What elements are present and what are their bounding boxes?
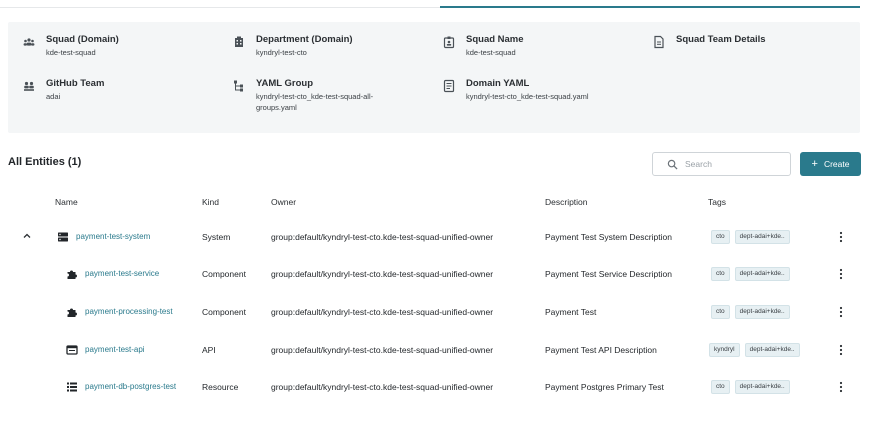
more-vertical-icon[interactable] <box>838 344 844 356</box>
owner-cell: group:default/kyndryl-test-cto.kde-test-… <box>271 307 494 317</box>
info-yaml-group: YAML Group kyndryl-test-cto_kde-test-squ… <box>232 78 373 113</box>
info-domain-yaml: Domain YAML kyndryl-test-cto_kde-test-sq… <box>442 78 589 102</box>
info-github-team: GitHub Team adai <box>22 78 104 102</box>
info-label: YAML Group <box>256 78 314 89</box>
entities-title: All Entities (1) <box>8 156 82 168</box>
tag-chip[interactable]: cto <box>711 380 730 394</box>
search-placeholder: Search <box>685 159 712 169</box>
info-label: Squad Name <box>466 34 524 45</box>
tags-cell: cto dept-adai+kde.. <box>711 377 795 397</box>
entity-link[interactable]: payment-test-system <box>76 227 150 247</box>
more-vertical-icon[interactable] <box>838 268 844 280</box>
table-row: payment-db-postgres-test Resource group:… <box>0 377 871 397</box>
tags-cell: cto dept-adai+kde.. <box>711 227 795 247</box>
create-button-label: Create <box>823 159 850 169</box>
info-value: kde-test-squad <box>466 48 516 57</box>
entity-link[interactable]: payment-test-api <box>85 340 145 360</box>
kind-cell: Resource <box>202 382 239 392</box>
info-value: kyndryl-test-cto_kde-test-squad.yaml <box>466 92 589 101</box>
tag-chip[interactable]: dept-adai+kde.. <box>734 380 790 394</box>
info-value: groups.yaml <box>256 103 297 112</box>
tag-chip[interactable]: dept-adai+kde.. <box>734 267 790 281</box>
info-value: kde-test-squad <box>46 48 96 57</box>
name-cell: payment-test-service <box>66 264 159 284</box>
kind-cell: Component <box>202 269 246 279</box>
badge-icon <box>443 36 455 49</box>
info-squad-name: Squad Name kde-test-squad <box>442 34 524 58</box>
people-icon <box>23 38 35 46</box>
name-cell: payment-test-system <box>57 227 150 247</box>
system-icon <box>58 232 68 242</box>
team-icon <box>24 81 34 91</box>
tags-cell: cto dept-adai+kde.. <box>711 302 795 322</box>
tag-chip[interactable]: dept-adai+kde.. <box>734 305 790 319</box>
create-button[interactable]: + Create <box>800 152 861 176</box>
puzzle-icon <box>67 270 77 279</box>
kind-cell: Component <box>202 307 246 317</box>
info-value: kyndryl-test-cto_kde-test-squad-all- <box>256 92 374 101</box>
chevron-up-icon[interactable] <box>22 231 32 241</box>
description-cell: Payment Test System Description <box>545 232 672 242</box>
search-icon <box>667 159 678 170</box>
column-header-kind[interactable]: Kind <box>202 197 219 207</box>
table-row: payment-test-service Component group:def… <box>0 264 871 284</box>
owner-cell: group:default/kyndryl-test-cto.kde-test-… <box>271 232 494 242</box>
tags-cell: kyndryl dept-adai+kde.. <box>709 340 805 360</box>
tag-chip[interactable]: dept-adai+kde.. <box>744 343 800 357</box>
entity-link[interactable]: payment-db-postgres-test <box>85 377 176 397</box>
table-row: payment-test-system System group:default… <box>0 227 871 247</box>
info-value: adai <box>46 92 61 101</box>
column-header-description[interactable]: Description <box>545 197 588 207</box>
tag-chip[interactable]: cto <box>711 267 730 281</box>
more-vertical-icon[interactable] <box>838 306 844 318</box>
name-cell: payment-test-api <box>66 340 145 360</box>
resource-icon <box>67 382 77 392</box>
owner-cell: group:default/kyndryl-test-cto.kde-test-… <box>271 345 494 355</box>
owner-cell: group:default/kyndryl-test-cto.kde-test-… <box>271 269 494 279</box>
description-cell: Payment Test API Description <box>545 345 657 355</box>
list-document-icon <box>443 79 455 93</box>
search-input[interactable]: Search <box>652 152 791 176</box>
info-label: Domain YAML <box>466 78 530 89</box>
column-header-owner[interactable]: Owner <box>271 197 296 207</box>
name-cell: payment-db-postgres-test <box>66 377 176 397</box>
table-row: payment-processing-test Component group:… <box>0 302 871 322</box>
description-cell: Payment Postgres Primary Test <box>545 382 664 392</box>
more-vertical-icon[interactable] <box>838 231 844 243</box>
entity-link[interactable]: payment-processing-test <box>85 302 173 322</box>
info-squad-team-details: Squad Team Details <box>652 34 766 49</box>
building-icon <box>235 36 243 47</box>
more-vertical-icon[interactable] <box>838 381 844 393</box>
tags-cell: cto dept-adai+kde.. <box>711 264 795 284</box>
tab-underline-left <box>0 7 440 8</box>
info-label: GitHub Team <box>46 78 105 89</box>
column-header-tags[interactable]: Tags <box>708 197 726 207</box>
document-icon <box>654 35 664 49</box>
kind-cell: API <box>202 345 216 355</box>
info-label: Squad (Domain) <box>46 34 119 45</box>
owner-cell: group:default/kyndryl-test-cto.kde-test-… <box>271 382 494 392</box>
description-cell: Payment Test Service Description <box>545 269 672 279</box>
tree-icon <box>234 80 243 92</box>
info-value: kyndryl-test-cto <box>256 48 307 57</box>
name-cell: payment-processing-test <box>66 302 173 322</box>
kind-cell: System <box>202 232 231 242</box>
tag-chip[interactable]: cto <box>711 305 730 319</box>
active-tab-indicator <box>440 6 860 8</box>
info-label: Squad Team Details <box>676 34 766 45</box>
description-cell: Payment Test <box>545 307 597 317</box>
info-squad-domain: Squad (Domain) kde-test-squad <box>22 34 119 58</box>
entity-link[interactable]: payment-test-service <box>85 264 159 284</box>
table-row: payment-test-api API group:default/kyndr… <box>0 340 871 360</box>
tag-chip[interactable]: cto <box>711 230 730 244</box>
column-header-name[interactable]: Name <box>55 197 78 207</box>
info-department-domain: Department (Domain) kyndryl-test-cto <box>232 34 353 58</box>
tag-chip[interactable]: kyndryl <box>709 343 740 357</box>
plus-icon: + <box>811 157 818 170</box>
tag-chip[interactable]: dept-adai+kde.. <box>734 230 790 244</box>
info-label: Department (Domain) <box>256 34 353 45</box>
puzzle-icon <box>67 308 77 317</box>
api-icon <box>66 345 78 355</box>
squad-info-panel: Squad (Domain) kde-test-squad Department… <box>8 22 860 133</box>
